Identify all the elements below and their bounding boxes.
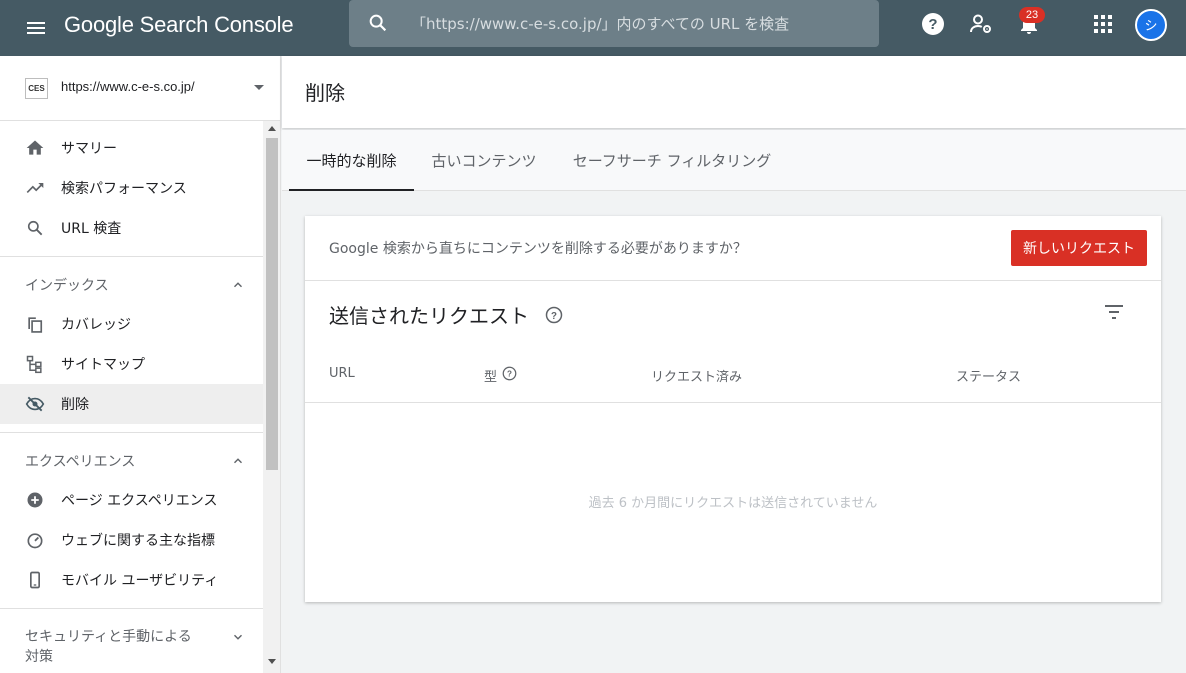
caret-down-icon[interactable] <box>254 85 264 90</box>
card-title: 送信されたリクエスト <box>329 304 529 328</box>
filter-icon[interactable] <box>1102 300 1126 324</box>
chevron-down-icon[interactable] <box>231 630 245 644</box>
sidebar-item-sitemaps[interactable]: サイトマップ <box>0 344 263 384</box>
column-header-url[interactable]: URL <box>329 366 355 381</box>
sidebar-divider <box>0 432 263 433</box>
table-divider <box>305 402 1161 403</box>
section-title-line: 対策 <box>25 649 53 665</box>
url-inspection-search[interactable] <box>349 0 879 47</box>
sidebar-item-label: サイトマップ <box>61 357 145 373</box>
sidebar-item-performance[interactable]: 検索パフォーマンス <box>0 168 263 208</box>
sidebar-item-label: 検索パフォーマンス <box>61 181 187 197</box>
section-title-line: セキュリティと手動による <box>25 629 192 645</box>
svg-text:?: ? <box>928 16 937 33</box>
help-circle-icon[interactable]: ? <box>545 306 563 324</box>
property-selector[interactable]: CES https://www.c-e-s.co.jp/ <box>0 56 280 121</box>
new-request-button[interactable]: 新しいリクエスト <box>1011 230 1147 266</box>
phone-icon <box>30 571 40 589</box>
property-logo: CES <box>25 78 48 99</box>
sidebar-item-url-inspection[interactable]: URL 検査 <box>0 208 263 248</box>
sidebar-item-label: ページ エクスペリエンス <box>61 493 218 509</box>
tab-outdated-content[interactable]: 古いコンテンツ <box>422 130 546 191</box>
removal-prompt-text: Google 検索から直ちにコンテンツを削除する必要がありますか？ <box>329 241 747 257</box>
tab-bar: 一時的な削除 古いコンテンツ セーフサーチ フィルタリング <box>282 130 1186 191</box>
sidebar-item-label: ウェブに関する主な指標 <box>61 533 215 549</box>
home-icon <box>26 140 44 155</box>
chevron-up-icon[interactable] <box>231 454 245 468</box>
product-title[interactable]: Google Search Console <box>64 12 294 38</box>
sidebar-item-mobile-usability[interactable]: モバイル ユーザビリティ <box>0 560 263 600</box>
sidebar-divider <box>0 256 263 257</box>
search-input[interactable] <box>411 0 861 47</box>
section-title-experience[interactable]: エクスペリエンス <box>25 451 135 471</box>
sidebar-scroll-thumb[interactable] <box>266 138 278 470</box>
section-title-index[interactable]: インデックス <box>25 275 109 295</box>
property-url: https://www.c-e-s.co.jp/ <box>61 79 195 94</box>
sidebar-item-label: 削除 <box>61 397 89 413</box>
sidebar: CES https://www.c-e-s.co.jp/ サマリー 検索パフォー… <box>0 56 281 673</box>
section-title-security[interactable]: セキュリティと手動による 対策 <box>25 627 192 667</box>
scroll-up-arrow-icon[interactable] <box>268 126 276 131</box>
page-title: 削除 <box>305 81 345 105</box>
svg-text:?: ? <box>507 370 512 379</box>
tab-safesearch-filtering[interactable]: セーフサーチ フィルタリング <box>564 130 780 191</box>
requests-card: Google 検索から直ちにコンテンツを削除する必要がありますか？ 新しいリクエ… <box>305 216 1161 602</box>
sidebar-item-label: モバイル ユーザビリティ <box>61 573 219 589</box>
account-avatar[interactable]: シ <box>1135 9 1167 41</box>
sidebar-item-page-experience[interactable]: ページ エクスペリエンス <box>0 480 263 520</box>
scroll-down-arrow-icon[interactable] <box>268 659 276 664</box>
menu-icon[interactable] <box>24 16 48 40</box>
sidebar-item-removals[interactable]: 削除 <box>0 384 263 424</box>
sidebar-item-label: URL 検査 <box>61 221 122 237</box>
sidebar-item-core-web-vitals[interactable]: ウェブに関する主な指標 <box>0 520 263 560</box>
column-header-type[interactable]: 型 <box>484 366 497 385</box>
top-app-bar: Google Search Console ? 23 シ <box>0 0 1186 56</box>
copy-icon <box>28 317 43 333</box>
trending-up-icon <box>26 183 44 193</box>
sidebar-divider <box>0 608 263 609</box>
plus-circle-icon <box>27 492 43 508</box>
apps-grid-icon[interactable] <box>1091 12 1115 36</box>
sidebar-item-coverage[interactable]: カバレッジ <box>0 304 263 344</box>
search-icon <box>27 220 43 236</box>
sidebar-item-label: カバレッジ <box>61 317 131 333</box>
chevron-up-icon[interactable] <box>231 278 245 292</box>
column-header-status[interactable]: ステータス <box>956 366 1021 385</box>
tab-temporary-removals[interactable]: 一時的な削除 <box>289 130 414 191</box>
page-header: 削除 <box>282 56 1186 128</box>
search-icon[interactable] <box>367 12 389 34</box>
notification-badge: 23 <box>1019 7 1045 23</box>
sidebar-item-summary[interactable]: サマリー <box>0 128 263 168</box>
help-circle-icon[interactable]: ? <box>502 366 517 381</box>
eye-off-icon <box>25 396 45 412</box>
sidebar-item-label: サマリー <box>61 141 117 157</box>
column-header-requested[interactable]: リクエスト済み <box>651 366 742 385</box>
empty-state-message: 過去 6 か月間にリクエストは送信されていません <box>588 496 878 511</box>
svg-text:?: ? <box>551 311 557 322</box>
sitemap-icon <box>26 355 42 374</box>
card-divider <box>305 280 1161 281</box>
help-icon[interactable]: ? <box>921 12 945 36</box>
user-settings-icon[interactable] <box>969 12 993 36</box>
speedometer-icon <box>27 533 43 549</box>
